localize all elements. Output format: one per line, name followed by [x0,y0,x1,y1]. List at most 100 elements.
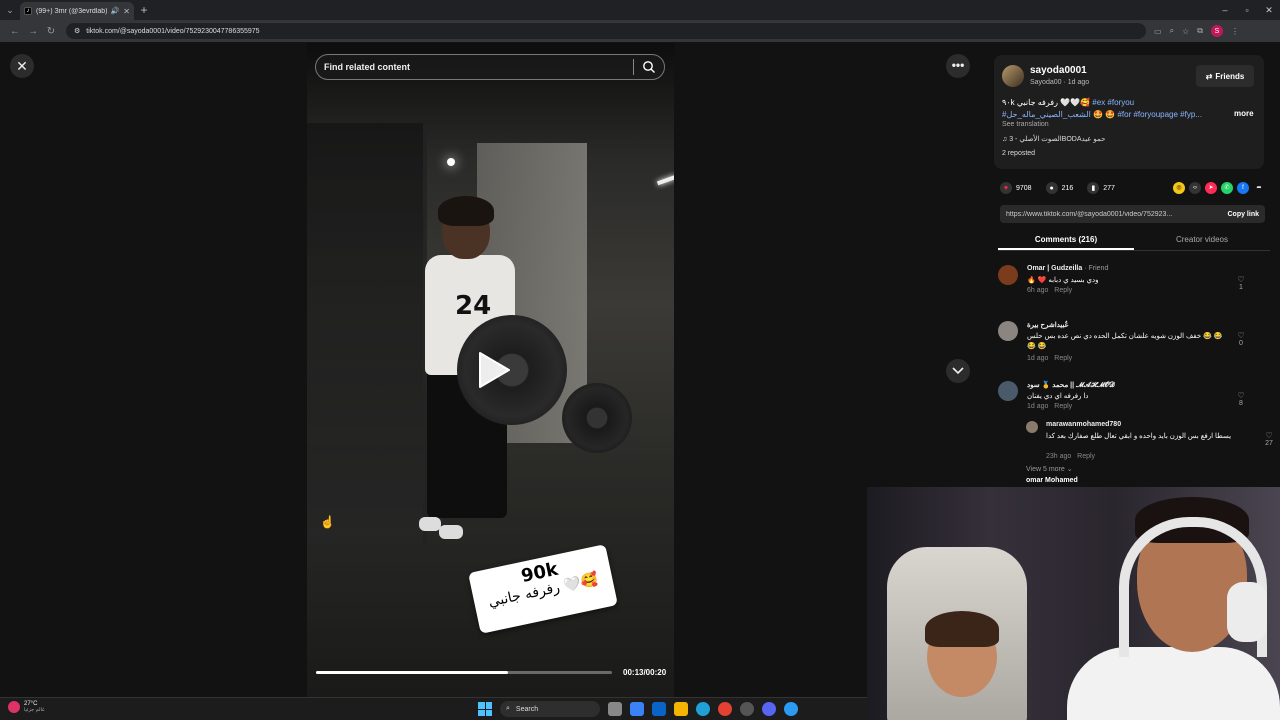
comment-like-count: 1 [1239,284,1243,291]
commenter-avatar[interactable] [998,381,1018,401]
site-info-icon[interactable]: ⚙ [74,27,80,35]
back-button[interactable]: ← [6,26,24,37]
commenter-name[interactable]: محمد 🥇 سود || 𝓜𝓐𝓗𝓜𝓞𝓓 [1027,381,1115,390]
reply-button[interactable]: Reply [1077,453,1095,460]
new-tab-button[interactable]: + [134,3,154,17]
app-icon[interactable] [630,702,644,716]
hashtags-line2[interactable]: #الشعب_الصيني_ماله_حل 🤩 🤩 #for #foryoupa… [1002,110,1202,119]
video-description: ٩٠k رفرفه جانبي 🤍🤍🥰 #ex #foryou #الشعب_ا… [1002,97,1212,121]
outlook-icon[interactable] [652,702,666,716]
tab-creator-videos[interactable]: Creator videos [1134,229,1270,250]
commenter-avatar[interactable] [1026,421,1038,433]
like-button[interactable]: ♥ 9708 [1000,182,1032,194]
commenter-avatar[interactable] [998,265,1018,285]
copy-link-button[interactable]: Copy link [1227,211,1259,218]
zoom-icon[interactable]: ⌕ [1170,26,1174,36]
send-icon[interactable]: ➤ [1205,182,1217,194]
commenter-name[interactable]: Omar | Gudzeilla [1027,265,1082,272]
commenter-name[interactable]: عُبيداشرح بيرة [1027,321,1069,329]
hashtags-line1[interactable]: #ex #foryou [1092,98,1134,107]
music-link[interactable]: ♫ حمو عيد‪BODA‬الصوت الأصلي - 3 [1002,135,1105,143]
save-count: 277 [1103,184,1115,192]
close-tab-icon[interactable]: ✕ [123,7,130,16]
url-field[interactable]: ⚙ tiktok.com/@sayoda0001/video/752923004… [66,23,1146,39]
reply-button[interactable]: Reply [1054,355,1072,362]
close-window-button[interactable]: ✕ [1258,0,1280,20]
chrome-icon[interactable] [718,702,732,716]
comment-meta: 23h ago Reply [1046,453,1095,460]
bookmark-star-icon[interactable]: ☆ [1182,27,1189,36]
video-progress-bar[interactable] [316,671,612,674]
commenter-name[interactable]: marawanmohamed780 [1046,421,1121,428]
comment-time: 1d ago [1027,403,1049,410]
comment-text: 🔥 ❤️ ودي بسيد ي دبابه [1027,277,1099,284]
windows-start-icon[interactable] [478,702,492,716]
comment-item: محمد 🥇 سود || 𝓜𝓐𝓗𝓜𝓞𝓓 دا رفرفه اي دي يفنا… [998,379,1258,419]
weather-widget[interactable]: 27°C غالم جزئيا [8,701,45,713]
play-icon[interactable] [476,350,512,390]
search-input[interactable] [324,62,625,72]
comment-item: Omar | Gudzeilla · Friend 🔥 ❤️ ودي بسيد … [998,263,1258,319]
profile-avatar[interactable]: S [1210,25,1223,37]
video-time: 00:13/00:20 [623,668,667,677]
task-view-icon[interactable] [608,702,622,716]
author-avatar[interactable] [1002,65,1024,87]
window-controls: – ▫ ✕ [1214,0,1280,20]
url-text: tiktok.com/@sayoda0001/video/75292300477… [86,27,260,35]
heart-outline-icon: ♡ [1237,275,1245,284]
comment-like-button[interactable]: ♡ 1 [1234,275,1248,291]
close-icon[interactable]: ✕ [10,54,34,78]
friends-share-icon[interactable]: ◎ [1173,182,1185,194]
comment-button[interactable]: ● 216 [1045,182,1073,194]
video-link: https://www.tiktok.com/@sayoda0001/video… [1006,210,1173,218]
embed-icon[interactable]: ‹› [1189,182,1201,194]
comment-like-button[interactable]: ♡ 8 [1234,391,1248,407]
share-arrow-icon[interactable]: ➦ [1253,182,1265,194]
taskbar-search[interactable]: ⌕ Search [500,701,600,717]
author-nickname-date: Sayoda00 · 1d ago [1030,79,1090,86]
author-username[interactable]: sayoda0001 [1030,65,1087,76]
edge-icon[interactable] [696,702,710,716]
friends-button[interactable]: ⇄ Friends [1196,65,1254,87]
next-video-button[interactable] [946,359,970,383]
whatsapp-icon[interactable]: ✆ [1221,182,1233,194]
reply-button[interactable]: Reply [1054,287,1072,294]
search-icon[interactable] [642,60,656,74]
panel-tabs: Comments (216) Creator videos [998,229,1270,251]
tab-comments[interactable]: Comments (216) [998,229,1134,250]
settings-icon[interactable] [740,702,754,716]
save-button[interactable]: ▮ 277 [1087,182,1115,194]
description-text: ٩٠k رفرفه جانبي 🤍🤍🥰 [1002,98,1093,107]
maximize-button[interactable]: ▫ [1236,0,1258,20]
speaker-icon[interactable]: 🔊 [111,7,120,15]
discord-icon[interactable] [762,702,776,716]
reposted-count[interactable]: 2 reposted [1002,150,1035,157]
comment-like-button[interactable]: ♡ 0 [1234,331,1248,347]
comment-time: 6h ago [1027,287,1049,294]
description-more-link[interactable]: more [1234,109,1254,118]
minimize-button[interactable]: – [1214,0,1236,20]
next-commenter-name[interactable]: omar Mohamed [1026,477,1078,484]
app-icon[interactable] [784,702,798,716]
more-options-icon[interactable]: ••• [946,54,970,78]
facebook-icon[interactable]: f [1237,182,1249,194]
file-explorer-icon[interactable] [674,702,688,716]
tab-list-button[interactable]: ⌄ [0,0,20,20]
see-translation-link[interactable]: See translation [1002,121,1049,128]
commenter-avatar[interactable] [998,321,1018,341]
extensions-icon[interactable]: ⧉ [1197,26,1203,36]
heart-icon: ♥ [1000,182,1012,194]
reload-button[interactable]: ↻ [42,26,60,37]
video-player[interactable]: 24 90k رفرفه جانبي 🤍🥰 00:13/00: [307,43,674,697]
weather-desc: غالم جزئيا [24,707,45,713]
browser-tab[interactable]: ♪ (99+) Зmr (@3evrdlab) | TikTok 🔊 ✕ [20,2,134,20]
chevron-down-icon [952,367,964,375]
comment-like-count: 8 [1239,400,1243,407]
related-content-search [315,54,665,80]
browser-menu-icon[interactable]: ⋮ [1231,27,1239,36]
comment-like-button[interactable]: ♡ 27 [1262,431,1276,447]
swap-icon: ⇄ [1205,71,1213,81]
cast-icon[interactable]: ▭ [1154,27,1162,36]
reply-button[interactable]: Reply [1054,403,1072,410]
forward-button[interactable]: → [24,26,42,37]
